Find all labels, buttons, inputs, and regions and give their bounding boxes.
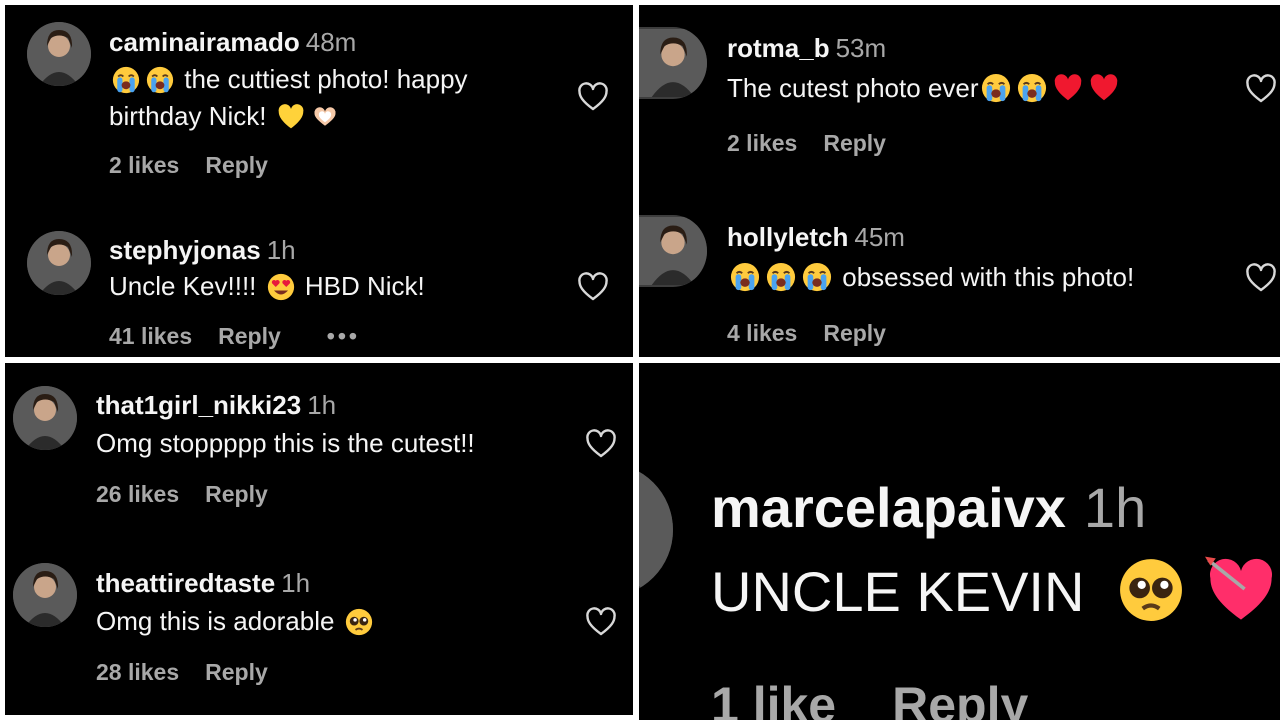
likes-count[interactable]: 2 likes <box>109 152 179 178</box>
comments-panel-2: rotma_b 53m The cutest photo ever 2 likes… <box>639 5 1280 357</box>
pleading-face-emoji <box>1118 557 1184 623</box>
username[interactable]: marcelapaivx <box>711 476 1066 539</box>
timestamp: 1h <box>266 235 296 265</box>
avatar[interactable] <box>27 231 91 295</box>
heart-hands-emoji <box>311 103 339 131</box>
like-heart-icon[interactable] <box>577 82 609 112</box>
like-heart-icon[interactable] <box>585 607 617 637</box>
timestamp: 1h <box>1083 476 1147 539</box>
comments-panel-4-zoomed: marcelapaivx 1h UNCLE KEVIN 1 like Reply <box>639 363 1280 720</box>
loudly-crying-face-emoji <box>146 66 174 94</box>
avatar[interactable] <box>27 22 91 86</box>
reply-button[interactable]: Reply <box>823 320 886 346</box>
timestamp: 53m <box>835 33 887 63</box>
comment-actions: 26 likes Reply <box>96 481 294 508</box>
likes-count[interactable]: 2 likes <box>727 130 797 156</box>
loudly-crying-face-emoji <box>981 73 1011 103</box>
loudly-crying-face-emoji <box>766 262 796 292</box>
like-heart-icon[interactable] <box>1245 74 1277 104</box>
red-heart-emoji <box>1053 73 1083 103</box>
like-heart-icon[interactable] <box>577 272 609 302</box>
timestamp: 1h <box>281 568 311 598</box>
comment-text: obsessed with this photo! <box>727 259 1134 296</box>
comment-text: The cutest photo ever <box>727 70 1122 107</box>
avatar[interactable] <box>639 27 707 99</box>
comment-text: UNCLE KEVIN <box>711 553 1280 627</box>
comments-panel-1: caminairamado 48m the cuttiest photo! hap… <box>5 5 633 357</box>
comment-actions: 2 likes Reply <box>109 152 294 179</box>
likes-count[interactable]: 4 likes <box>727 320 797 346</box>
username[interactable]: stephyjonas <box>109 235 261 265</box>
username[interactable]: rotma_b <box>727 33 830 63</box>
loudly-crying-face-emoji <box>802 262 832 292</box>
loudly-crying-face-emoji <box>730 262 760 292</box>
timestamp: 45m <box>854 222 905 252</box>
comment-text: Omg stoppppp this is the cutest!! <box>96 428 475 458</box>
timestamp: 1h <box>307 390 337 420</box>
heart-eyes-emoji <box>267 273 295 301</box>
comment-text: Uncle Kev!!!! HBD Nick! <box>109 271 425 301</box>
comment-text: Omg this is adorable <box>96 603 376 640</box>
red-heart-emoji <box>1089 73 1119 103</box>
more-options-icon[interactable]: ••• <box>327 323 360 349</box>
username[interactable]: hollyletch <box>727 222 848 252</box>
username[interactable]: that1girl_nikki23 <box>96 390 301 420</box>
likes-count[interactable]: 41 likes <box>109 323 192 349</box>
reply-button[interactable]: Reply <box>892 677 1028 720</box>
reply-button[interactable]: Reply <box>218 323 281 349</box>
avatar[interactable] <box>639 215 707 287</box>
comment-actions: 28 likes Reply <box>96 659 294 686</box>
like-heart-icon[interactable] <box>1245 263 1277 293</box>
comment-actions: 4 likes Reply <box>727 320 912 347</box>
timestamp: 48m <box>305 27 357 57</box>
likes-count[interactable]: 28 likes <box>96 659 179 685</box>
avatar[interactable] <box>13 386 77 450</box>
pleading-face-emoji <box>345 608 373 636</box>
loudly-crying-face-emoji <box>112 66 140 94</box>
heart-with-arrow-emoji <box>1205 553 1277 625</box>
avatar[interactable] <box>639 463 673 597</box>
reply-button[interactable]: Reply <box>823 130 886 156</box>
avatar[interactable] <box>13 563 77 627</box>
likes-count[interactable]: 26 likes <box>96 481 179 507</box>
likes-count[interactable]: 1 like <box>711 677 836 720</box>
loudly-crying-face-emoji <box>1017 73 1047 103</box>
comment-actions: 1 like Reply <box>711 675 1054 720</box>
comment-actions: 41 likes Reply ••• <box>109 323 386 350</box>
yellow-heart-emoji <box>277 103 305 131</box>
comment-text: the cuttiest photo! happy birthday Nick! <box>109 64 468 131</box>
reply-button[interactable]: Reply <box>205 152 268 178</box>
like-heart-icon[interactable] <box>585 429 617 459</box>
reply-button[interactable]: Reply <box>205 481 268 507</box>
comments-panel-3: that1girl_nikki23 1h Omg stoppppp this is… <box>5 363 633 715</box>
username[interactable]: caminairamado <box>109 27 300 57</box>
username[interactable]: theattiredtaste <box>96 568 275 598</box>
reply-button[interactable]: Reply <box>205 659 268 685</box>
comment-actions: 2 likes Reply <box>727 130 912 157</box>
